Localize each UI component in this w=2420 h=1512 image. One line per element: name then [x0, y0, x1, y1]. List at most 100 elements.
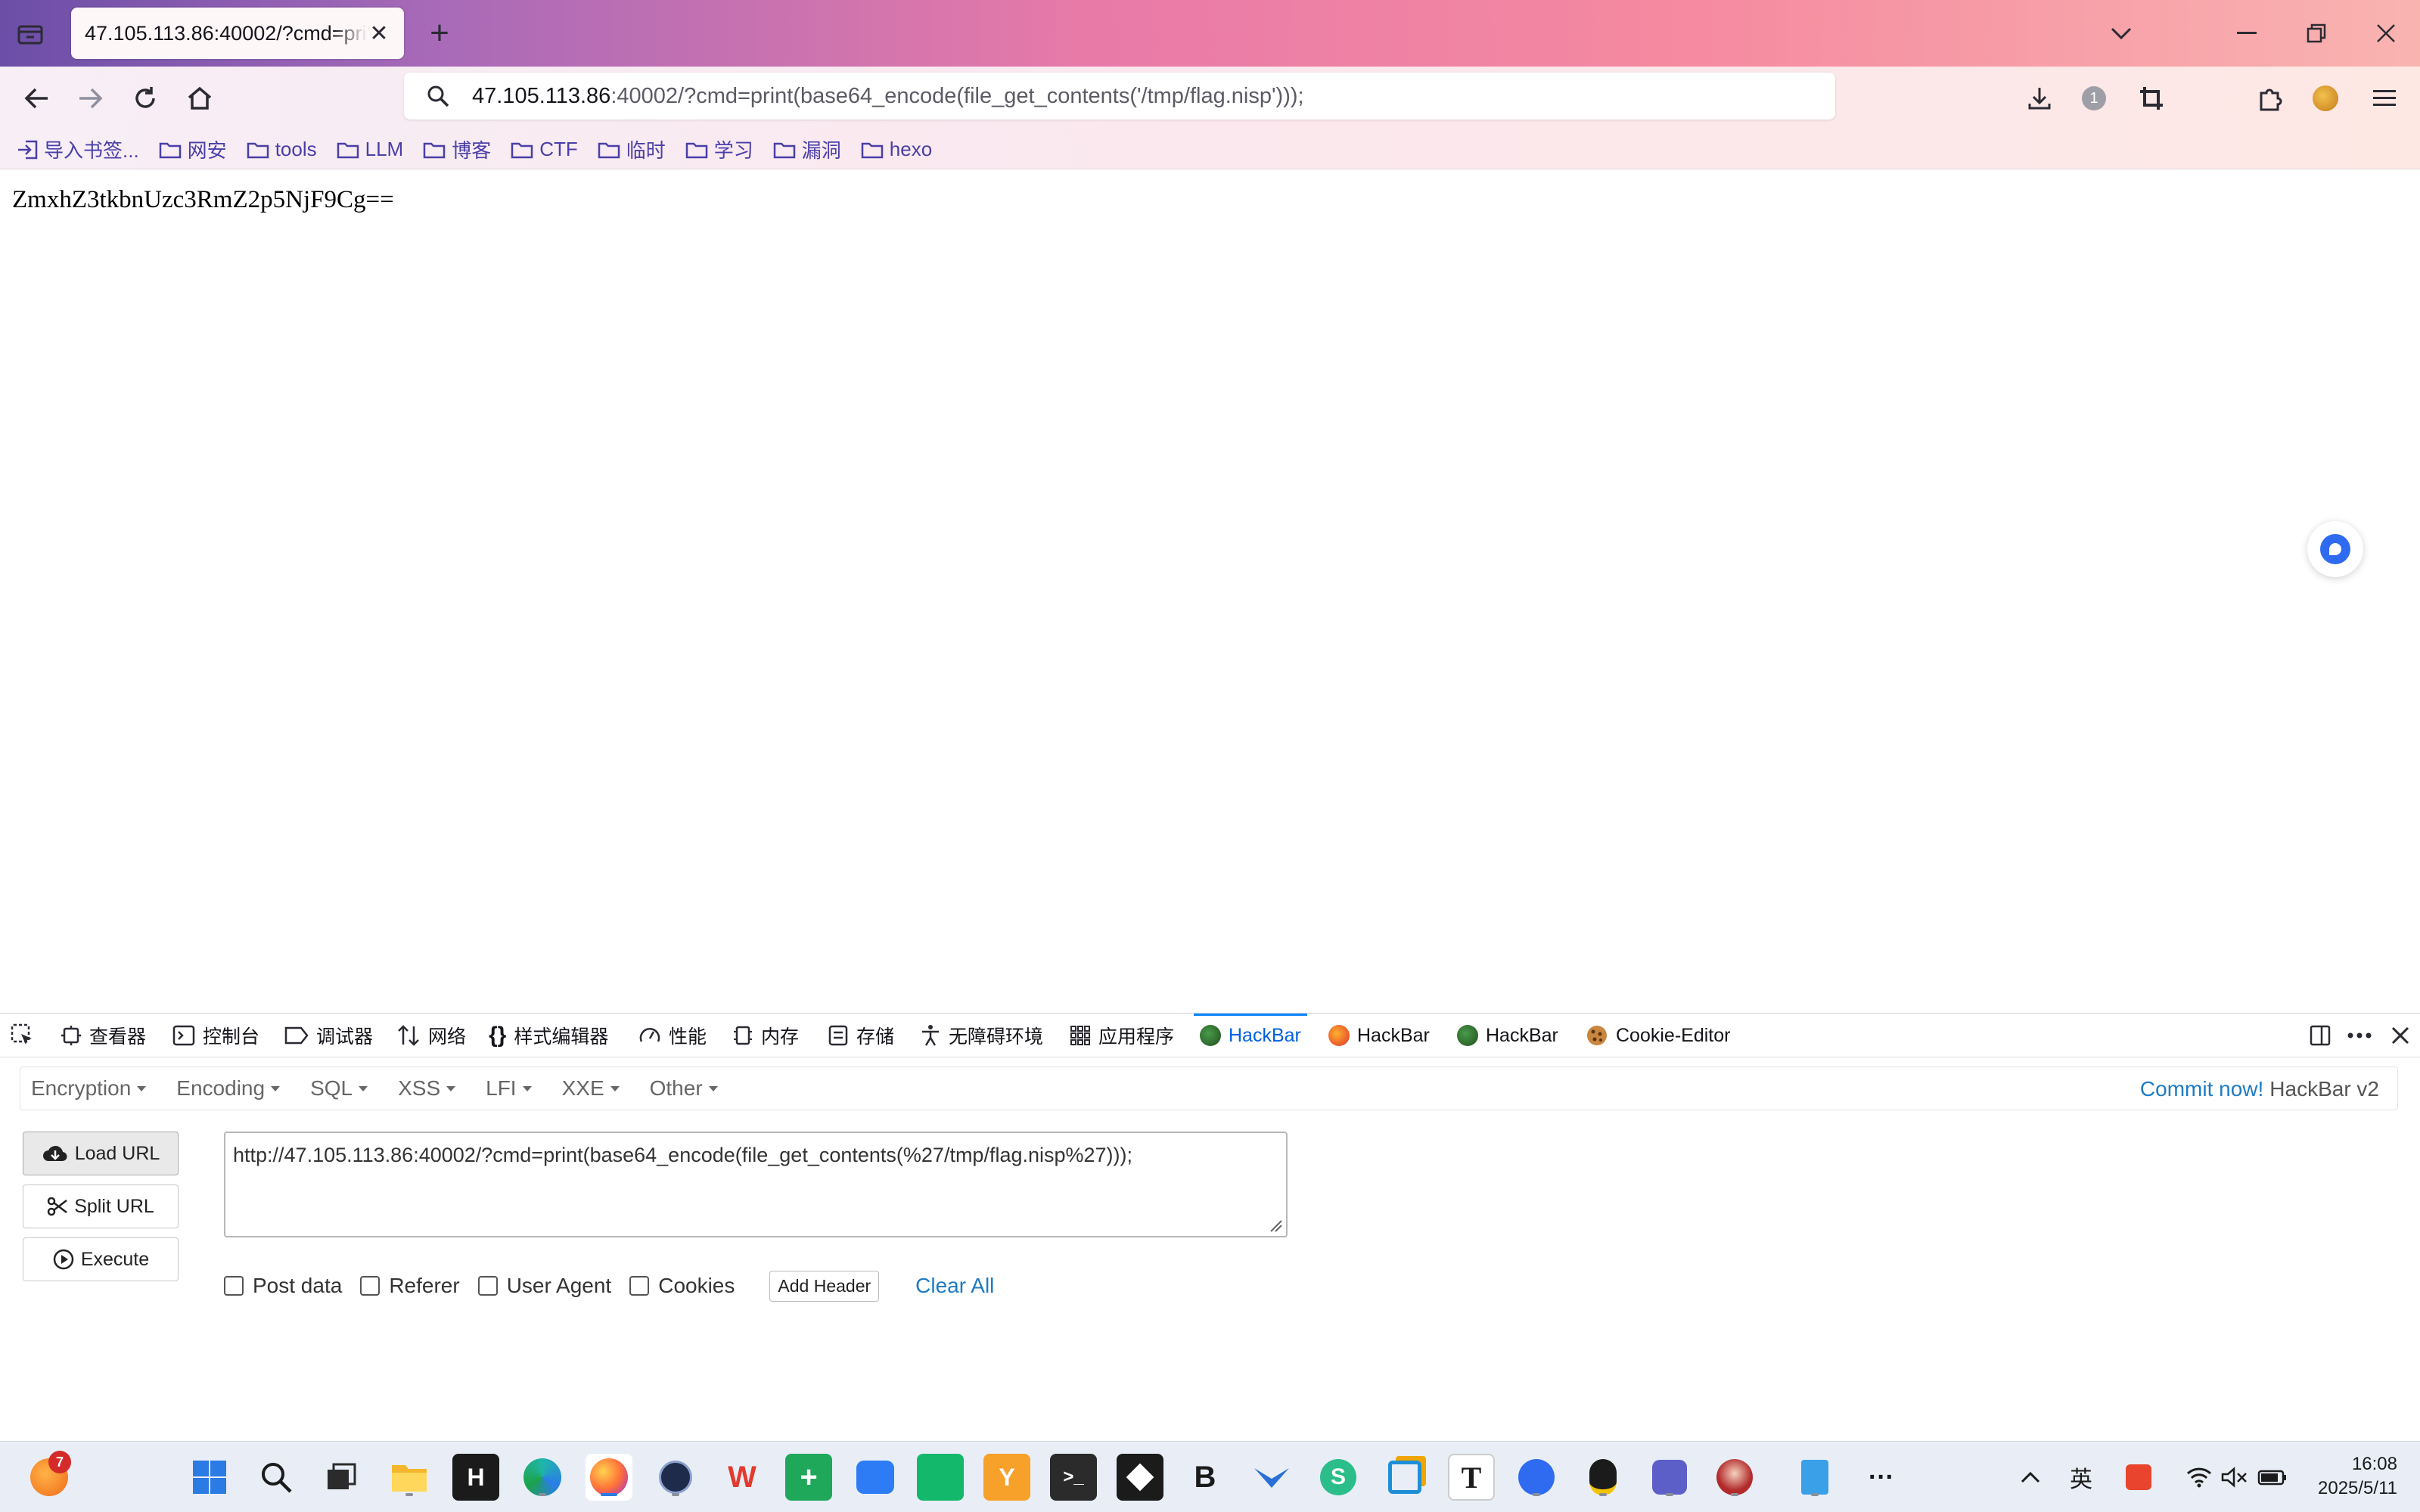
edge-browser-icon[interactable]	[519, 1454, 566, 1501]
terminal-icon[interactable]: >_	[1050, 1454, 1097, 1501]
address-bar[interactable]: 47.105.113.86:40002/?cmd=print(base64_en…	[404, 73, 1835, 120]
app-circle-icon[interactable]	[652, 1454, 699, 1501]
shopping-bag-icon[interactable]	[917, 1454, 964, 1501]
add-header-button[interactable]: Add Header	[769, 1270, 880, 1302]
load-url-button[interactable]: Load URL	[23, 1132, 179, 1175]
menu-other[interactable]: Other	[650, 1076, 718, 1101]
home-icon[interactable]	[179, 77, 221, 120]
more-options-icon[interactable]	[2347, 1014, 2372, 1057]
tab-storage[interactable]: 存储	[828, 1014, 894, 1057]
bookmark-folder-tools[interactable]: tools	[247, 138, 317, 161]
dock-toggle-icon[interactable]	[2309, 1014, 2331, 1057]
cookies-checkbox[interactable]: Cookies	[629, 1274, 735, 1298]
checkbox-box[interactable]	[360, 1276, 381, 1296]
app-cube-icon[interactable]	[1117, 1454, 1163, 1501]
app-s-tray-icon[interactable]	[2126, 1442, 2151, 1512]
tab-cookie-editor[interactable]: Cookie-Editor	[1586, 1014, 1730, 1057]
app-avatar-icon[interactable]	[1711, 1454, 1758, 1501]
remote-desktop-icon[interactable]	[1381, 1454, 1428, 1501]
spreadsheet-icon[interactable]: +	[785, 1454, 832, 1501]
speaker-muted-icon[interactable]	[2221, 1442, 2248, 1512]
system-clock[interactable]: 16:08 2025/5/11	[2318, 1452, 2397, 1501]
more-apps-icon[interactable]: ···	[1858, 1454, 1905, 1501]
menu-encryption[interactable]: Encryption	[31, 1076, 147, 1101]
menu-xss[interactable]: XSS	[398, 1076, 456, 1101]
extension-badge-icon[interactable]: 1	[2073, 77, 2115, 120]
bookmark-folder-blog[interactable]: 博客	[423, 135, 491, 163]
tab-close-icon[interactable]: ✕	[368, 20, 390, 47]
split-url-button[interactable]: Split URL	[23, 1184, 179, 1228]
tab-list-icon[interactable]	[14, 17, 47, 50]
tab-hackbar-1[interactable]: HackBar	[1194, 1014, 1307, 1057]
app-orange-icon[interactable]: Y	[983, 1454, 1030, 1501]
element-picker-icon[interactable]	[11, 1014, 35, 1057]
floating-assistant-button[interactable]	[2307, 521, 2363, 577]
bookmark-folder-vuln[interactable]: 漏洞	[773, 135, 841, 163]
tab-inspector[interactable]: 查看器	[61, 1014, 146, 1057]
screenshot-crop-icon[interactable]	[2130, 77, 2173, 120]
wifi-icon[interactable]	[2186, 1442, 2212, 1512]
tab-memory[interactable]: 内存	[732, 1014, 799, 1057]
checkbox-box[interactable]	[629, 1276, 650, 1296]
cloud-drive-icon[interactable]	[852, 1454, 899, 1501]
notification-app-icon[interactable]: 7	[26, 1451, 73, 1501]
tab-accessibility[interactable]: 无障碍环境	[920, 1014, 1043, 1057]
restore-icon[interactable]	[2294, 11, 2339, 56]
menu-lfi[interactable]: LFI	[486, 1076, 532, 1101]
checkbox-box[interactable]	[477, 1276, 498, 1296]
menu-sql[interactable]: SQL	[310, 1076, 368, 1101]
commit-now-link[interactable]: Commit now!	[2140, 1077, 2263, 1101]
menu-xxe[interactable]: XXE	[562, 1076, 620, 1101]
tray-overflow-icon[interactable]	[2020, 1442, 2041, 1512]
wps-office-icon[interactable]: W	[719, 1454, 766, 1501]
close-devtools-icon[interactable]	[2390, 1014, 2410, 1057]
file-explorer-icon[interactable]	[386, 1454, 433, 1501]
new-tab-button[interactable]: +	[421, 14, 458, 53]
app-wing-icon[interactable]	[1248, 1454, 1295, 1501]
reload-icon[interactable]	[124, 77, 166, 120]
bookmark-folder-llm[interactable]: LLM	[337, 138, 403, 161]
bookmark-import[interactable]: 导入书签...	[17, 135, 139, 163]
resize-grip-icon[interactable]	[1268, 1218, 1283, 1233]
user-agent-checkbox[interactable]: User Agent	[477, 1274, 611, 1298]
tab-application[interactable]: 应用程序	[1070, 1014, 1174, 1057]
app-bc-icon[interactable]: B	[1182, 1454, 1229, 1501]
tab-network[interactable]: 网络	[396, 1014, 466, 1057]
close-window-icon[interactable]	[2363, 11, 2409, 56]
tab-performance[interactable]: 性能	[638, 1014, 707, 1057]
task-view-icon[interactable]	[318, 1454, 365, 1501]
ime-indicator[interactable]: 英	[2070, 1442, 2092, 1512]
tab-style-editor[interactable]: {} 样式编辑器	[489, 1014, 608, 1057]
bookmark-folder-temp[interactable]: 临时	[598, 135, 666, 163]
typora-icon[interactable]: T	[1448, 1454, 1495, 1501]
firefox-icon[interactable]	[586, 1454, 632, 1501]
menu-encoding[interactable]: Encoding	[176, 1076, 281, 1101]
qq-penguin-icon[interactable]	[1580, 1454, 1626, 1501]
app-green-s-icon[interactable]: S	[1315, 1454, 1362, 1501]
tab-debugger[interactable]: 调试器	[284, 1014, 373, 1057]
tab-hackbar-3[interactable]: HackBar	[1457, 1014, 1558, 1057]
tab-console[interactable]: 控制台	[172, 1014, 259, 1057]
app-blue-chat-icon[interactable]	[1513, 1454, 1560, 1501]
extensions-puzzle-icon[interactable]	[2248, 77, 2291, 120]
battery-charging-icon[interactable]	[2257, 1442, 2288, 1512]
minimize-icon[interactable]	[2224, 11, 2269, 56]
checkbox-box[interactable]	[224, 1276, 244, 1296]
app-h-icon[interactable]: H	[452, 1454, 499, 1501]
post-data-checkbox[interactable]: Post data	[224, 1274, 342, 1298]
forward-icon[interactable]	[70, 77, 112, 120]
hackbar-url-textarea[interactable]: http://47.105.113.86:40002/?cmd=print(ba…	[224, 1132, 1288, 1237]
back-icon[interactable]	[15, 77, 57, 120]
chevron-down-icon[interactable]	[2098, 11, 2144, 56]
active-tab[interactable]: 47.105.113.86:40002/?cmd=print(base64_en…	[71, 8, 404, 59]
tab-hackbar-2[interactable]: HackBar	[1328, 1014, 1430, 1057]
notepad-icon[interactable]	[1791, 1454, 1838, 1501]
bookmark-folder-study[interactable]: 学习	[685, 135, 753, 163]
downloads-icon[interactable]	[2018, 77, 2061, 120]
referer-checkbox[interactable]: Referer	[360, 1274, 460, 1298]
app-cat-icon[interactable]	[1646, 1454, 1693, 1501]
bookmark-folder-hexo[interactable]: hexo	[861, 138, 932, 161]
menu-hamburger-icon[interactable]	[2363, 77, 2406, 120]
bookmark-folder-ctf[interactable]: CTF	[511, 138, 578, 161]
search-icon[interactable]	[253, 1454, 300, 1501]
